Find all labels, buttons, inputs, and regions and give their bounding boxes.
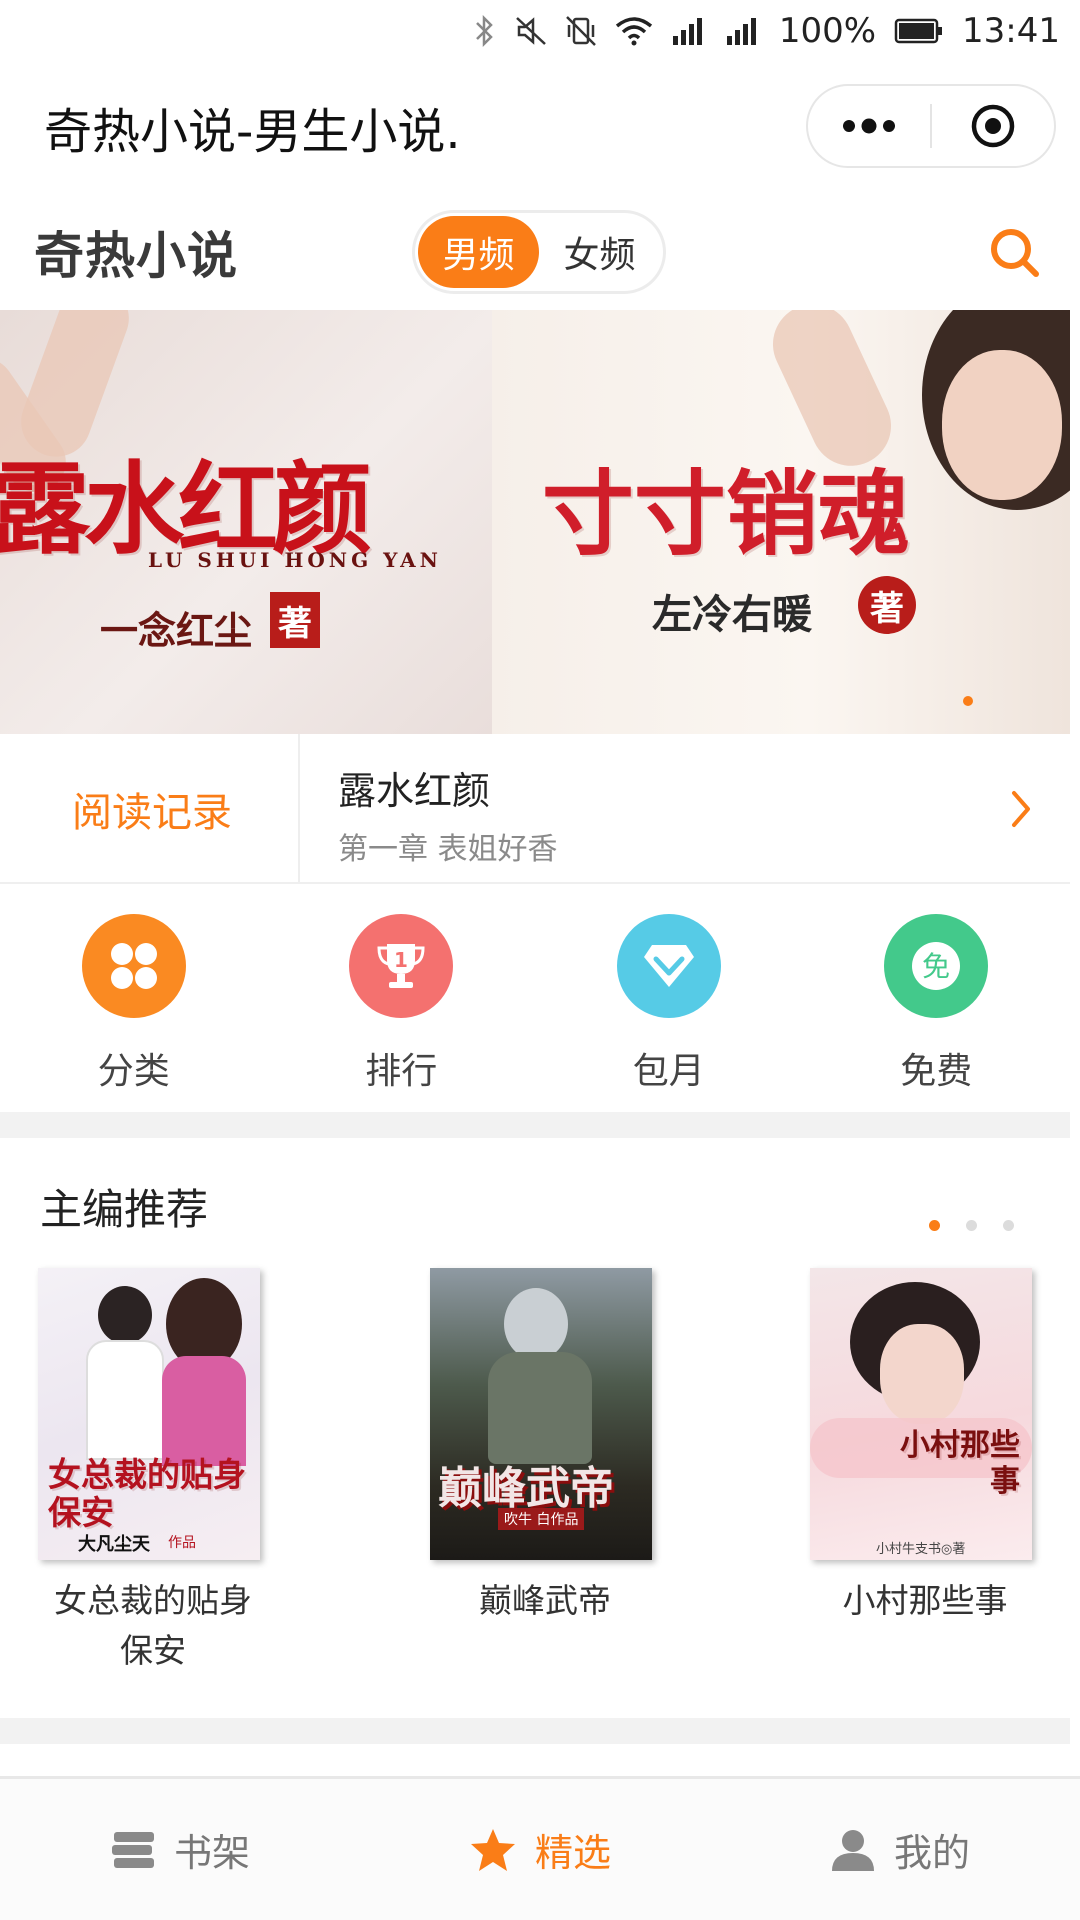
trophy-icon: 1: [349, 914, 454, 1018]
section-title: 主编推荐: [40, 1185, 209, 1234]
cover-author-text: 大凡尘天: [78, 1534, 150, 1555]
nav-free[interactable]: 免 免费: [803, 886, 1071, 1112]
nav-monthly-label: 包月: [632, 1051, 705, 1092]
cover-title-text: 小村那些事: [900, 1428, 1020, 1499]
reading-record-label[interactable]: 阅读记录: [72, 780, 232, 838]
cover-art: [488, 1352, 592, 1464]
nav-monthly[interactable]: 包月: [535, 886, 803, 1112]
nav-category[interactable]: 分类: [0, 886, 268, 1112]
book-card[interactable]: 小村那些事 小村牛支书◎著 小村那些事: [810, 1268, 1040, 1626]
status-bar: 100% 13:41: [0, 0, 1080, 62]
tab-female[interactable]: 女频: [539, 216, 660, 288]
tab-bookshelf[interactable]: 书架: [0, 1779, 360, 1920]
book-card[interactable]: 女总裁的贴身保安 大凡尘天 作品 女总裁的贴身保安: [38, 1268, 268, 1676]
tab-mine-label: 我的: [893, 1831, 970, 1875]
svg-text:免: 免: [922, 950, 950, 983]
banner-art: [942, 350, 1062, 500]
mute-icon: [515, 14, 547, 48]
tab-featured[interactable]: 精选: [360, 1779, 720, 1920]
cover-art: [504, 1288, 568, 1360]
app-screen: 100% 13:41 奇热小说-男生小说. 奇热小说 男频 女频 露水红颜 LU…: [0, 0, 1080, 1920]
battery-percent: 100%: [778, 11, 877, 51]
cover-art: [98, 1286, 152, 1344]
gender-toggle: 男频 女频: [412, 210, 666, 294]
cover-title-text: 女总裁的贴身保安: [48, 1455, 246, 1532]
nav-ranking[interactable]: 1 排行: [268, 886, 536, 1112]
search-icon: [991, 229, 1039, 277]
banner-left-author: 一念红尘: [100, 608, 253, 653]
close-miniprogram-button[interactable]: [932, 86, 1054, 166]
book-title[interactable]: 小村那些事: [810, 1576, 1040, 1626]
reading-record-row[interactable]: 阅读记录 露水红颜 第一章 表姐好香: [0, 734, 1070, 884]
book-cover[interactable]: 女总裁的贴身保安 大凡尘天 作品: [38, 1268, 260, 1560]
section-separator: [0, 1112, 1070, 1138]
tab-mine[interactable]: 我的: [720, 1779, 1080, 1920]
quick-nav: 分类 1 排行 包月 免 免费: [0, 886, 1070, 1112]
more-dots-icon: [843, 118, 895, 134]
free-badge-icon: 免: [884, 914, 989, 1018]
app-logo: 奇热小说: [34, 227, 238, 285]
capsule-menu: [806, 84, 1056, 168]
last-read-book[interactable]: 露水红颜: [338, 760, 490, 815]
cover-author-text: 小村牛支书◎著: [876, 1542, 966, 1557]
diamond-icon: [616, 914, 721, 1018]
banner-carousel[interactable]: 露水红颜 LU SHUI HONG YAN 一念红尘 著 寸寸销魂 左冷右暖 著: [0, 310, 1070, 734]
divider: [298, 734, 300, 882]
user-icon: [831, 1829, 874, 1871]
clock: 13:41: [962, 11, 1060, 51]
book-title[interactable]: 女总裁的贴身保安: [38, 1576, 268, 1676]
app-header: 奇热小说 男频 女频: [0, 192, 1080, 310]
page-title: 奇热小说-男生小说.: [44, 104, 461, 160]
nav-free-label: 免费: [900, 1051, 973, 1092]
cover-author-text: 吹牛 白作品: [498, 1508, 585, 1530]
svg-text:1: 1: [394, 948, 408, 972]
chevron-right-icon[interactable]: [1006, 784, 1036, 834]
tab-male[interactable]: 男频: [418, 216, 539, 288]
book-card[interactable]: 巅峰武帝 吹牛 白作品 巅峰武帝: [430, 1268, 660, 1626]
pager-dot: [1003, 1220, 1014, 1231]
battery-icon: [894, 17, 944, 45]
banner-right-author: 左冷右暖: [652, 591, 812, 638]
signal-icon: [671, 16, 707, 46]
signal-icon-2: [725, 16, 761, 46]
cover-art: [880, 1324, 964, 1424]
banner-slide-left[interactable]: 露水红颜 LU SHUI HONG YAN 一念红尘 著: [0, 310, 492, 734]
editor-recommend-section: 主编推荐 女总裁的贴身保安 大凡尘天 作品 女总裁的贴身保安 巅峰武帝 吹牛 白…: [0, 1138, 1070, 1718]
bluetooth-icon: [473, 14, 497, 48]
section-separator: [0, 1718, 1070, 1744]
cover-title-text: 巅峰武帝: [438, 1463, 614, 1514]
banner-indicator-dot: [963, 696, 973, 706]
banner-left-seal: 著: [270, 592, 320, 648]
banner-right-title: 寸寸销魂: [542, 460, 911, 568]
grid-clover-icon: [81, 914, 186, 1018]
cover-note-text: 作品: [168, 1535, 196, 1551]
title-bar: 奇热小说-男生小说.: [0, 62, 1080, 192]
book-title[interactable]: 巅峰武帝: [430, 1576, 660, 1626]
cover-art: [162, 1356, 246, 1466]
cover-art: [86, 1340, 164, 1460]
search-button[interactable]: [984, 222, 1044, 282]
book-cover[interactable]: 巅峰武帝 吹牛 白作品: [430, 1268, 652, 1560]
banner-right-seal: 著: [858, 576, 916, 634]
banner-slide-right[interactable]: 寸寸销魂 左冷右暖 著: [492, 310, 1070, 734]
more-button[interactable]: [808, 86, 930, 166]
bottom-tab-bar: 书架 精选 我的: [0, 1776, 1080, 1920]
pager-dots: [929, 1220, 1014, 1231]
wifi-icon: [615, 16, 653, 46]
pager-dot: [966, 1220, 977, 1231]
nav-category-label: 分类: [97, 1051, 170, 1092]
book-cover[interactable]: 小村那些事 小村牛支书◎著: [810, 1268, 1032, 1560]
target-close-icon: [971, 104, 1015, 148]
last-read-chapter: 第一章 表姐好香: [338, 832, 558, 867]
banner-left-subtitle: LU SHUI HONG YAN: [148, 548, 442, 572]
star-icon: [470, 1828, 515, 1871]
tab-bookshelf-label: 书架: [173, 1831, 250, 1875]
nav-ranking-label: 排行: [365, 1051, 438, 1092]
bookshelf-icon: [111, 1831, 154, 1868]
pager-dot-active: [929, 1220, 940, 1231]
tab-featured-label: 精选: [534, 1831, 611, 1875]
vibrate-off-icon: [565, 14, 597, 48]
